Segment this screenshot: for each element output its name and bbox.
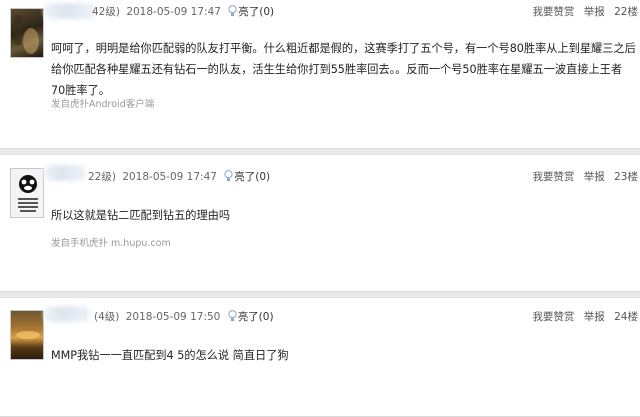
post-content: 呵呵了，明明是给你匹配弱的队友打平衡。什么粗近都是假的，这赛季打了五个号，有一个… (51, 42, 636, 97)
avatar-image (15, 15, 39, 54)
username[interactable] (44, 306, 90, 322)
floor-number: 23楼 (614, 171, 638, 183)
avatar[interactable] (10, 310, 44, 360)
username[interactable] (44, 165, 86, 181)
floor-number: 22楼 (614, 6, 638, 18)
post-time: 2018-05-09 17:47 (126, 6, 221, 18)
post-meta: (4级) 2018-05-09 17:50 亮了(0) (94, 309, 274, 324)
tip-button[interactable]: 我要赞赏 (532, 6, 574, 18)
post-source: 发自手机虎扑 m.hupu.com (51, 238, 171, 249)
post-meta: 22级) 2018-05-09 17:47 亮了(0) (88, 169, 270, 184)
avatar-image (18, 175, 38, 212)
tip-button[interactable]: 我要赞赏 (532, 171, 574, 183)
avatar[interactable] (10, 8, 44, 58)
post-time: 2018-05-09 17:47 (122, 171, 217, 183)
reply-post: (4级) 2018-05-09 17:50 亮了(0) 我要赞赏 举报 24楼 … (0, 297, 640, 417)
report-button[interactable]: 举报 (584, 311, 605, 323)
lightbulb-icon (224, 170, 233, 181)
post-actions: 我要赞赏 举报 22楼 (526, 4, 638, 19)
avatar-image (16, 331, 40, 339)
user-level: (4级) (94, 311, 120, 323)
post-meta: 42级) 2018-05-09 17:47 亮了(0) (92, 4, 274, 19)
post-source: 发自虎扑Android客户端 (51, 99, 155, 110)
floor-number: 24楼 (614, 311, 638, 323)
reply-post: 22级) 2018-05-09 17:47 亮了(0) 我要赞赏 举报 23楼 … (0, 154, 640, 292)
user-level: 42级) (92, 6, 120, 18)
light-button[interactable]: 亮了(0) (238, 6, 274, 18)
light-button[interactable]: 亮了(0) (238, 311, 274, 323)
report-button[interactable]: 举报 (584, 6, 605, 18)
light-button[interactable]: 亮了(0) (234, 171, 270, 183)
tip-button[interactable]: 我要赞赏 (532, 311, 574, 323)
post-content: MMP我钻一一直匹配到4 5的怎么说 简直日了狗 (51, 349, 289, 362)
post-time: 2018-05-09 17:50 (125, 311, 221, 323)
post-actions: 我要赞赏 举报 23楼 (526, 169, 638, 184)
report-button[interactable]: 举报 (584, 171, 605, 183)
post-actions: 我要赞赏 举报 24楼 (526, 309, 638, 324)
user-level: 22级) (88, 171, 116, 183)
username[interactable] (44, 3, 96, 19)
post-content: 所以这就是钻二匹配到钻五的理由吗 (51, 209, 231, 222)
lightbulb-icon (228, 5, 237, 16)
lightbulb-icon (228, 310, 237, 321)
reply-post: 42级) 2018-05-09 17:47 亮了(0) 我要赞赏 举报 22楼 … (0, 0, 640, 149)
avatar[interactable] (10, 168, 44, 218)
